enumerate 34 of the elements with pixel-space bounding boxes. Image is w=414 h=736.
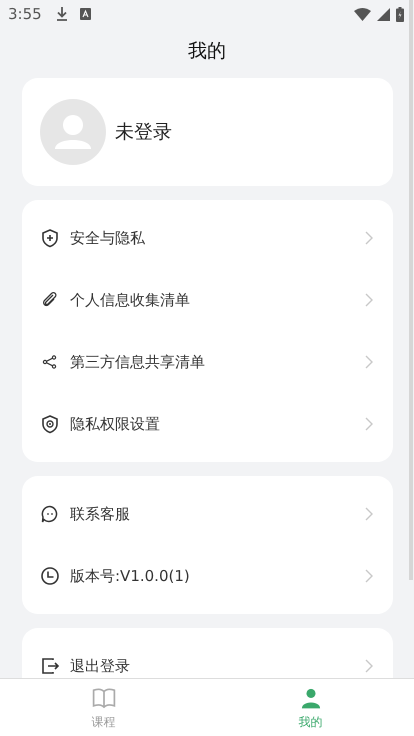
- chat-bubble-icon: [40, 504, 60, 524]
- menu-item-label: 联系客服: [70, 504, 131, 524]
- page-title: 我的: [187, 39, 227, 64]
- chevron-right-icon: [365, 293, 373, 307]
- login-status-label[interactable]: 未登录: [115, 119, 172, 145]
- menu-item-label: 隐私权限设置: [70, 414, 161, 434]
- chevron-right-icon: [365, 417, 373, 431]
- menu-item[interactable]: 版本号:V1.0.0(1): [22, 545, 393, 607]
- menu-item-label: 安全与隐私: [70, 228, 146, 248]
- battery-icon: [396, 6, 404, 22]
- chevron-right-icon: [365, 659, 373, 673]
- status-time: 3:55: [8, 5, 42, 23]
- menu-item-label: 第三方信息共享清单: [70, 352, 206, 372]
- menu-item[interactable]: 个人信息收集清单: [22, 269, 393, 331]
- menu-item-label: 个人信息收集清单: [70, 290, 191, 310]
- chevron-right-icon: [365, 231, 373, 245]
- shield-plus-icon: [40, 228, 60, 248]
- avatar-placeholder-icon[interactable]: [40, 99, 106, 165]
- signal-icon: [377, 8, 390, 20]
- chevron-right-icon: [365, 355, 373, 369]
- wifi-icon: [354, 8, 371, 20]
- chevron-right-icon: [365, 569, 373, 583]
- menu-item[interactable]: 安全与隐私: [22, 207, 393, 269]
- keyboard-app-icon: [80, 8, 91, 20]
- menu-item[interactable]: 第三方信息共享清单: [22, 331, 393, 393]
- logout-icon: [40, 656, 60, 676]
- chevron-right-icon: [365, 507, 373, 521]
- clock-icon: [40, 566, 60, 586]
- menu-item-label: 版本号:V1.0.0(1): [70, 566, 191, 586]
- menu-item[interactable]: 联系客服: [22, 483, 393, 545]
- menu-item-label: 退出登录: [70, 656, 131, 676]
- download-icon: [56, 7, 68, 21]
- shield-gear-icon: [40, 414, 60, 434]
- menu-item[interactable]: 隐私权限设置: [22, 393, 393, 455]
